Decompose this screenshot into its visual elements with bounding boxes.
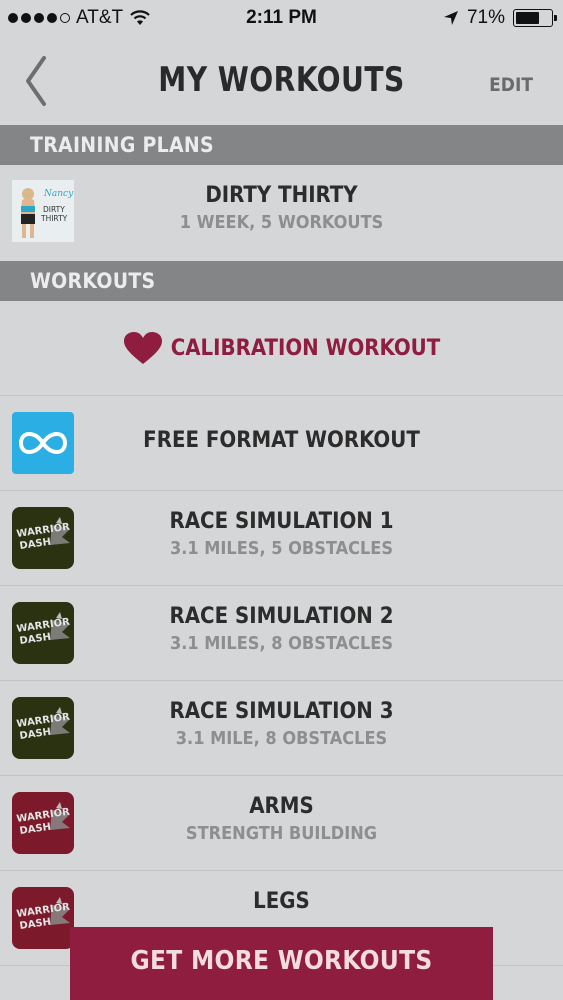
section-header-training-plans: TRAINING PLANS <box>0 125 563 165</box>
workout-text: LEGS <box>0 889 563 914</box>
free-format-title: FREE FORMAT WORKOUT <box>143 428 420 453</box>
calibration-workout-row[interactable]: CALIBRATION WORKOUT <box>0 301 563 396</box>
training-plan-title: DIRTY THIRTY <box>205 183 358 208</box>
workout-title: LEGS <box>253 889 310 914</box>
training-plan-subtitle: 1 WEEK, 5 WORKOUTS <box>179 212 384 233</box>
workout-subtitle: STRENGTH BUILDING <box>185 823 378 844</box>
workout-row[interactable]: WARRIOR DASH ARMS STRENGTH BUILDING <box>0 776 563 871</box>
status-bar: AT&T 2:11 PM 71% <box>0 0 563 38</box>
workout-subtitle: 3.1 MILE, 8 OBSTACLES <box>175 728 388 749</box>
workout-row[interactable]: WARRIOR DASH RACE SIMULATION 1 3.1 MILES, 5… <box>0 491 563 586</box>
workout-text: RACE SIMULATION 3 3.1 MILE, 8 OBSTACLES <box>0 699 563 749</box>
status-right: 71% <box>443 7 557 29</box>
free-format-workout-row[interactable]: FREE FORMAT WORKOUT <box>0 396 563 491</box>
page-title: MY WORKOUTS <box>158 60 405 100</box>
workout-text: RACE SIMULATION 1 3.1 MILES, 5 OBSTACLES <box>0 509 563 559</box>
workout-subtitle: 3.1 MILES, 8 OBSTACLES <box>169 633 394 654</box>
workout-row[interactable]: WARRIOR DASH RACE SIMULATION 3 3.1 MILE, 8 … <box>0 681 563 776</box>
workout-title: RACE SIMULATION 2 <box>169 604 394 629</box>
battery-percent: 71% <box>466 7 505 28</box>
battery-icon <box>513 9 557 27</box>
workout-title: ARMS <box>249 794 314 819</box>
training-plan-text: DIRTY THIRTY 1 WEEK, 5 WORKOUTS <box>0 183 563 233</box>
battery-fill <box>516 12 540 24</box>
workout-title: RACE SIMULATION 1 <box>169 509 394 534</box>
workout-text: ARMS STRENGTH BUILDING <box>0 794 563 844</box>
heart-icon <box>123 332 162 364</box>
free-format-text: FREE FORMAT WORKOUT <box>0 428 563 453</box>
workout-text: RACE SIMULATION 2 3.1 MILES, 8 OBSTACLES <box>0 604 563 654</box>
nav-bar: MY WORKOUTS EDIT <box>0 38 563 125</box>
location-arrow-icon <box>443 11 458 25</box>
workout-subtitle: 3.1 MILES, 5 OBSTACLES <box>169 538 394 559</box>
training-plan-row[interactable]: Nancy DIRTY THIRTY DIRTY THIRTY 1 WEEK, … <box>0 165 563 261</box>
workout-row[interactable]: WARRIOR DASH RACE SIMULATION 2 3.1 MILES, 8… <box>0 586 563 681</box>
calibration-label: CALIBRATION WORKOUT <box>170 335 441 361</box>
edit-button[interactable]: EDIT <box>489 74 533 96</box>
workout-title: RACE SIMULATION 3 <box>169 699 394 724</box>
section-header-workouts: WORKOUTS <box>0 261 563 301</box>
get-more-workouts-button[interactable]: GET MORE WORKOUTS <box>70 927 493 1000</box>
calibration-content: CALIBRATION WORKOUT <box>0 331 563 365</box>
